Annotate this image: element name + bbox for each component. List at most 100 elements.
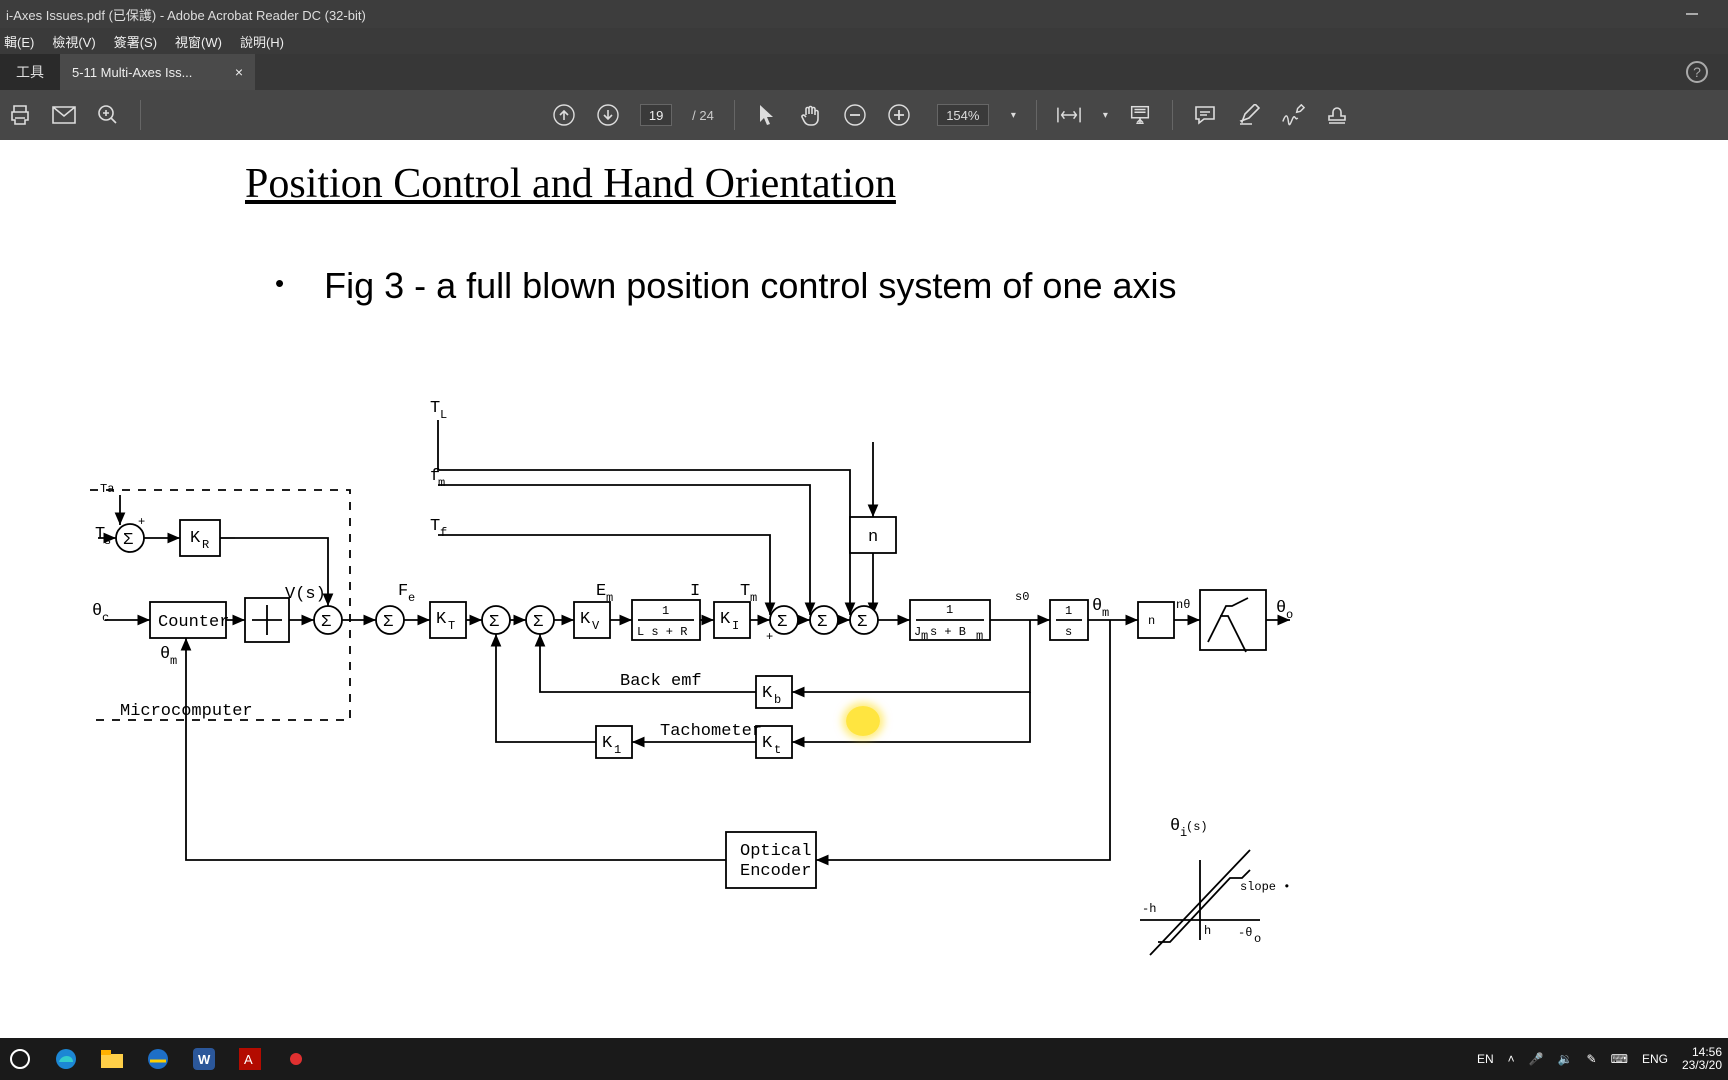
print-icon[interactable] xyxy=(8,103,32,127)
svg-text:I: I xyxy=(690,582,700,601)
window-minimize-button[interactable] xyxy=(1686,13,1698,15)
recording-icon[interactable] xyxy=(282,1045,310,1073)
email-icon[interactable] xyxy=(52,103,76,127)
tab-document-label: 5-11 Multi-Axes Iss... xyxy=(72,65,192,80)
read-mode-icon[interactable] xyxy=(1128,103,1152,127)
tab-document[interactable]: 5-11 Multi-Axes Iss... × xyxy=(60,54,255,90)
pdf-page: Position Control and Hand Orientation •F… xyxy=(0,140,1728,1038)
svg-text:m: m xyxy=(750,591,757,605)
toolbar-separator xyxy=(1036,100,1037,130)
cortana-icon[interactable] xyxy=(6,1045,34,1073)
tray-chevron-icon[interactable]: ˄ xyxy=(1508,1052,1515,1066)
select-tool-icon[interactable] xyxy=(755,103,779,127)
svg-text:Ta: Ta xyxy=(100,482,114,496)
sign-icon[interactable] xyxy=(1281,103,1305,127)
zoom-dropdown-icon[interactable]: ▾ xyxy=(1011,110,1016,121)
svg-text:W: W xyxy=(198,1052,211,1067)
clock[interactable]: 14:56 23/3/20 xyxy=(1682,1046,1722,1072)
page-number-input[interactable] xyxy=(640,104,672,126)
svg-text:θ: θ xyxy=(1276,599,1286,618)
menu-help[interactable]: 說明(H) xyxy=(240,32,284,51)
menu-window[interactable]: 視窗(W) xyxy=(175,32,222,51)
svg-text:A: A xyxy=(244,1052,253,1067)
svg-text:T: T xyxy=(448,619,455,633)
menu-sign[interactable]: 簽署(S) xyxy=(114,32,157,51)
system-tray[interactable]: EN ˄ 🎤 🔉 ✎ ⌨ ENG 14:56 23/3/20 xyxy=(1477,1046,1722,1072)
svg-text:m: m xyxy=(976,629,983,643)
svg-text:s0: s0 xyxy=(1015,590,1029,604)
svg-text:E: E xyxy=(596,582,606,601)
svg-text:m: m xyxy=(438,476,445,490)
stamp-icon[interactable] xyxy=(1325,103,1349,127)
hand-tool-icon[interactable] xyxy=(799,103,823,127)
svg-text:V(s): V(s) xyxy=(285,585,326,604)
menubar: 輯(E) 檢視(V) 簽署(S) 視窗(W) 說明(H) xyxy=(0,28,1728,54)
tab-spacer: ? xyxy=(255,54,1728,90)
svg-text:-θ: -θ xyxy=(1238,926,1252,940)
zoom-out-icon[interactable] xyxy=(843,103,867,127)
svg-text:Encoder: Encoder xyxy=(740,862,811,881)
svg-text:T: T xyxy=(430,399,440,418)
svg-text:1: 1 xyxy=(614,743,621,757)
bullet-text: •Fig 3 - a full blown position control s… xyxy=(275,265,1177,307)
svg-text:L s + R: L s + R xyxy=(637,625,687,639)
tabbar: 工具 5-11 Multi-Axes Iss... × ? xyxy=(0,54,1728,90)
svg-text:+: + xyxy=(766,630,773,644)
svg-text:Σ: Σ xyxy=(817,613,827,632)
pen-icon[interactable]: ✎ xyxy=(1587,1052,1597,1066)
svg-text:Σ: Σ xyxy=(857,613,867,632)
edge-icon[interactable] xyxy=(52,1045,80,1073)
tab-close-icon[interactable]: × xyxy=(235,64,243,80)
highlight-icon[interactable] xyxy=(1237,103,1261,127)
svg-text:o: o xyxy=(1286,608,1293,622)
svg-text:t: t xyxy=(774,743,781,757)
svg-text:o: o xyxy=(1254,932,1261,946)
help-icon[interactable]: ? xyxy=(1686,61,1708,83)
svg-text:θ: θ xyxy=(92,602,102,621)
comment-icon[interactable] xyxy=(1193,103,1217,127)
toolbar-separator xyxy=(734,100,735,130)
ie-icon[interactable] xyxy=(144,1045,172,1073)
zoom-value[interactable]: 154% xyxy=(937,104,989,126)
file-explorer-icon[interactable] xyxy=(98,1045,126,1073)
svg-text:m: m xyxy=(606,591,613,605)
ime-indicator[interactable]: EN xyxy=(1477,1052,1494,1066)
svg-text:K: K xyxy=(580,610,591,629)
volume-icon[interactable]: 🔉 xyxy=(1558,1052,1573,1066)
svg-text:K: K xyxy=(762,734,773,753)
fit-width-icon[interactable] xyxy=(1057,103,1081,127)
word-icon[interactable]: W xyxy=(190,1045,218,1073)
find-icon[interactable] xyxy=(96,103,120,127)
menu-view[interactable]: 檢視(V) xyxy=(52,32,95,51)
window-title: i-Axes Issues.pdf (已保護) - Adobe Acrobat … xyxy=(6,5,366,24)
svg-text:Σ: Σ xyxy=(533,613,543,632)
taskbar[interactable]: W A EN ˄ 🎤 🔉 ✎ ⌨ ENG 14:56 23/3/20 xyxy=(0,1038,1728,1080)
tab-home[interactable]: 工具 xyxy=(0,54,60,90)
svg-text:V: V xyxy=(592,619,600,633)
svg-text:Σ: Σ xyxy=(777,613,787,632)
svg-text:θ: θ xyxy=(160,645,170,664)
svg-text:s + B: s + B xyxy=(930,625,966,639)
toolbar-separator xyxy=(1172,100,1173,130)
svg-text:h: h xyxy=(1204,924,1211,938)
svg-text:f: f xyxy=(440,526,447,540)
keyboard-icon[interactable]: ⌨ xyxy=(1611,1052,1628,1066)
svg-text:n: n xyxy=(868,528,878,547)
fit-dropdown-icon[interactable]: ▾ xyxy=(1103,110,1108,121)
svg-text:c: c xyxy=(102,611,109,625)
window-titlebar: i-Axes Issues.pdf (已保護) - Adobe Acrobat … xyxy=(0,0,1728,28)
acrobat-icon[interactable]: A xyxy=(236,1045,264,1073)
zoom-in-icon[interactable] xyxy=(887,103,911,127)
page-down-icon[interactable] xyxy=(596,103,620,127)
cursor-highlight xyxy=(846,706,880,736)
document-viewport[interactable]: Position Control and Hand Orientation •F… xyxy=(0,140,1728,1038)
svg-text:e: e xyxy=(408,591,415,605)
tab-home-label: 工具 xyxy=(16,62,44,82)
page-up-icon[interactable] xyxy=(552,103,576,127)
language-indicator[interactable]: ENG xyxy=(1642,1052,1668,1066)
svg-text:K: K xyxy=(436,610,447,629)
svg-text:K: K xyxy=(190,529,201,548)
menu-edit[interactable]: 輯(E) xyxy=(4,32,34,51)
microphone-icon[interactable]: 🎤 xyxy=(1529,1052,1544,1066)
svg-text:m: m xyxy=(921,629,928,643)
